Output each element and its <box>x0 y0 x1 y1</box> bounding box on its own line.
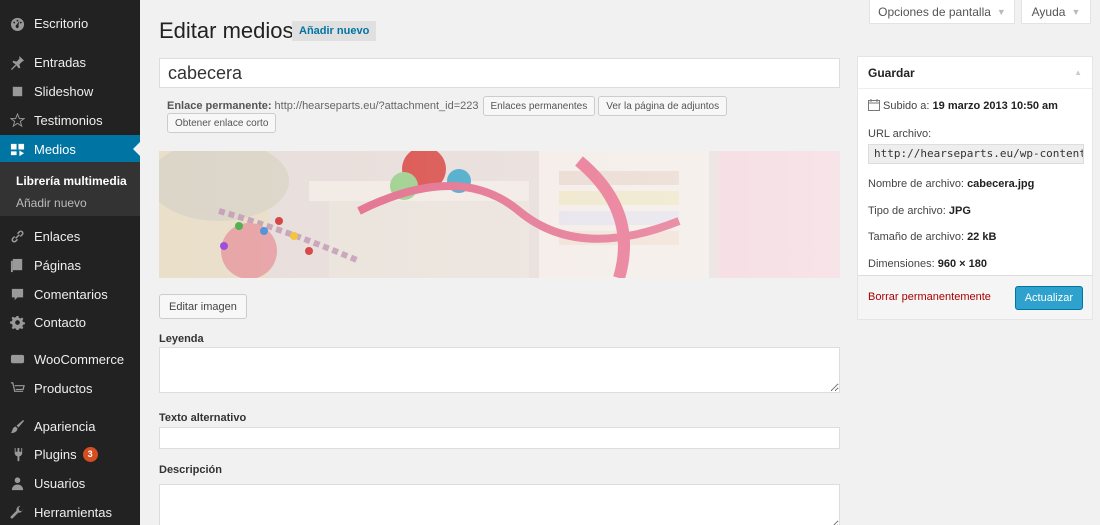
sidebar-item-label: Slideshow <box>34 83 94 99</box>
filename-value: cabecera.jpg <box>967 178 1035 190</box>
sidebar-item-usuarios[interactable]: Usuarios <box>0 469 140 497</box>
chevron-down-icon: ▼ <box>996 6 1006 17</box>
cart-icon <box>0 381 34 396</box>
dimensions-row: Dimensiones: 960 × 180 <box>868 258 987 270</box>
gear-icon <box>0 315 34 330</box>
media-submenu: Librería multimedia Añadir nuevo <box>0 162 140 216</box>
save-panel-title: Guardar <box>868 65 915 80</box>
dimensions-value: 960 × 180 <box>937 258 987 270</box>
help-label: Ayuda <box>1031 4 1066 19</box>
save-panel-footer: Borrar permanentemente Actualizar <box>858 275 1092 319</box>
uploaded-date: Subido a: 19 marzo 2013 10:50 am <box>868 99 1058 114</box>
description-label: Descripción <box>159 464 222 476</box>
sidebar-item-label: Plugins <box>34 446 77 462</box>
slideshow-icon <box>0 84 34 99</box>
filetype-label: Tipo de archivo: <box>868 205 946 217</box>
comment-icon <box>0 287 34 302</box>
sidebar-item-enlaces[interactable]: Enlaces <box>0 222 140 250</box>
sidebar-item-testimonios[interactable]: Testimonios <box>0 106 140 134</box>
short-link-button[interactable]: Obtener enlace corto <box>167 113 277 133</box>
admin-sidebar: Escritorio Entradas Slideshow Testimonio… <box>0 0 140 525</box>
file-url-label: URL archivo: <box>868 128 932 140</box>
plugin-icon <box>0 447 34 462</box>
caption-textarea[interactable] <box>159 347 840 393</box>
filetype-row: Tipo de archivo: JPG <box>868 205 971 217</box>
collapse-arrow-icon[interactable]: ▲ <box>1074 68 1082 77</box>
header-image <box>159 151 840 278</box>
file-url-field[interactable]: http://hearseparts.eu/wp-content/uploads… <box>868 144 1084 164</box>
sidebar-item-medios[interactable]: Medios <box>0 135 140 163</box>
submenu-item-add-new[interactable]: Añadir nuevo <box>16 196 87 210</box>
help-button[interactable]: Ayuda ▼ <box>1021 0 1091 24</box>
update-count-badge: 3 <box>82 446 98 462</box>
submenu-item-library[interactable]: Librería multimedia <box>16 174 127 188</box>
description-textarea[interactable] <box>159 484 840 525</box>
sidebar-item-woocommerce[interactable]: WooCommerce <box>0 345 140 373</box>
sidebar-item-label: Usuarios <box>34 475 86 491</box>
star-icon <box>0 112 34 128</box>
sidebar-item-label: WooCommerce <box>34 351 125 367</box>
sidebar-item-label: Productos <box>34 380 93 396</box>
permalink-label: Enlace permanente: <box>167 100 272 112</box>
alt-text-label: Texto alternativo <box>159 412 247 424</box>
sidebar-item-label: Entradas <box>34 54 87 70</box>
sidebar-item-label: Medios <box>34 141 76 157</box>
sidebar-item-contacto[interactable]: Contacto <box>0 308 140 336</box>
link-icon <box>0 229 34 244</box>
caption-label: Leyenda <box>159 333 204 345</box>
sidebar-item-herramientas[interactable]: Herramientas <box>0 498 140 525</box>
calendar-icon <box>868 99 880 114</box>
sidebar-item-label: Escritorio <box>34 15 89 31</box>
screen-options-label: Opciones de pantalla <box>878 4 991 19</box>
permalink-url[interactable]: http://hearseparts.eu/?attachment_id=223 <box>275 100 479 112</box>
media-icon <box>0 142 34 157</box>
sidebar-item-entradas[interactable]: Entradas <box>0 48 140 76</box>
user-icon <box>0 476 34 491</box>
sidebar-item-plugins[interactable]: Plugins 3 <box>0 440 140 468</box>
uploaded-value: 19 marzo 2013 10:50 am <box>932 100 1058 112</box>
sidebar-item-label: Testimonios <box>34 112 103 128</box>
filename-row: Nombre de archivo: cabecera.jpg <box>868 178 1034 190</box>
wrench-icon <box>0 505 34 520</box>
sidebar-item-productos[interactable]: Productos <box>0 374 140 402</box>
sidebar-item-label: Contacto <box>34 314 87 330</box>
filesize-label: Tamaño de archivo: <box>868 231 964 243</box>
filename-label: Nombre de archivo: <box>868 178 964 190</box>
sidebar-item-apariencia[interactable]: Apariencia <box>0 412 140 440</box>
woocommerce-icon <box>0 352 34 367</box>
update-button[interactable]: Actualizar <box>1014 286 1083 310</box>
save-panel-header[interactable]: Guardar ▲ <box>858 57 1092 89</box>
delete-permanently-link[interactable]: Borrar permanentemente <box>868 291 991 303</box>
pin-icon <box>0 55 34 70</box>
filesize-row: Tamaño de archivo: 22 kB <box>868 231 996 243</box>
sidebar-item-label: Herramientas <box>34 504 113 520</box>
permalinks-button[interactable]: Enlaces permanentes <box>482 96 596 116</box>
filesize-value: 22 kB <box>967 231 997 243</box>
sidebar-item-paginas[interactable]: Páginas <box>0 251 140 279</box>
page-title: Editar medios <box>159 18 294 43</box>
sidebar-item-label: Apariencia <box>34 418 96 434</box>
sidebar-item-label: Páginas <box>34 257 81 273</box>
media-title-input[interactable] <box>159 58 840 88</box>
add-new-button[interactable]: Añadir nuevo <box>292 21 377 41</box>
uploaded-label: Subido a: <box>883 100 930 112</box>
pages-icon <box>0 258 34 273</box>
media-image-preview <box>159 151 840 278</box>
sidebar-item-escritorio[interactable]: Escritorio <box>0 9 140 37</box>
sidebar-item-label: Comentarios <box>34 286 108 302</box>
save-panel: Guardar ▲ Subido a: 19 marzo 2013 10:50 … <box>857 56 1093 320</box>
alt-text-input[interactable] <box>159 427 840 449</box>
sidebar-item-slideshow[interactable]: Slideshow <box>0 77 140 105</box>
sidebar-item-label: Enlaces <box>34 228 81 244</box>
dimensions-label: Dimensiones: <box>868 258 935 270</box>
filetype-value: JPG <box>948 205 971 217</box>
chevron-down-icon: ▼ <box>1071 6 1081 17</box>
dashboard-icon <box>0 16 34 31</box>
view-attachment-button[interactable]: Ver la página de adjuntos <box>598 96 728 116</box>
screen-options-button[interactable]: Opciones de pantalla ▼ <box>869 0 1015 24</box>
sidebar-item-comentarios[interactable]: Comentarios <box>0 280 140 308</box>
edit-image-button[interactable]: Editar imagen <box>159 294 247 319</box>
brush-icon <box>0 419 34 434</box>
